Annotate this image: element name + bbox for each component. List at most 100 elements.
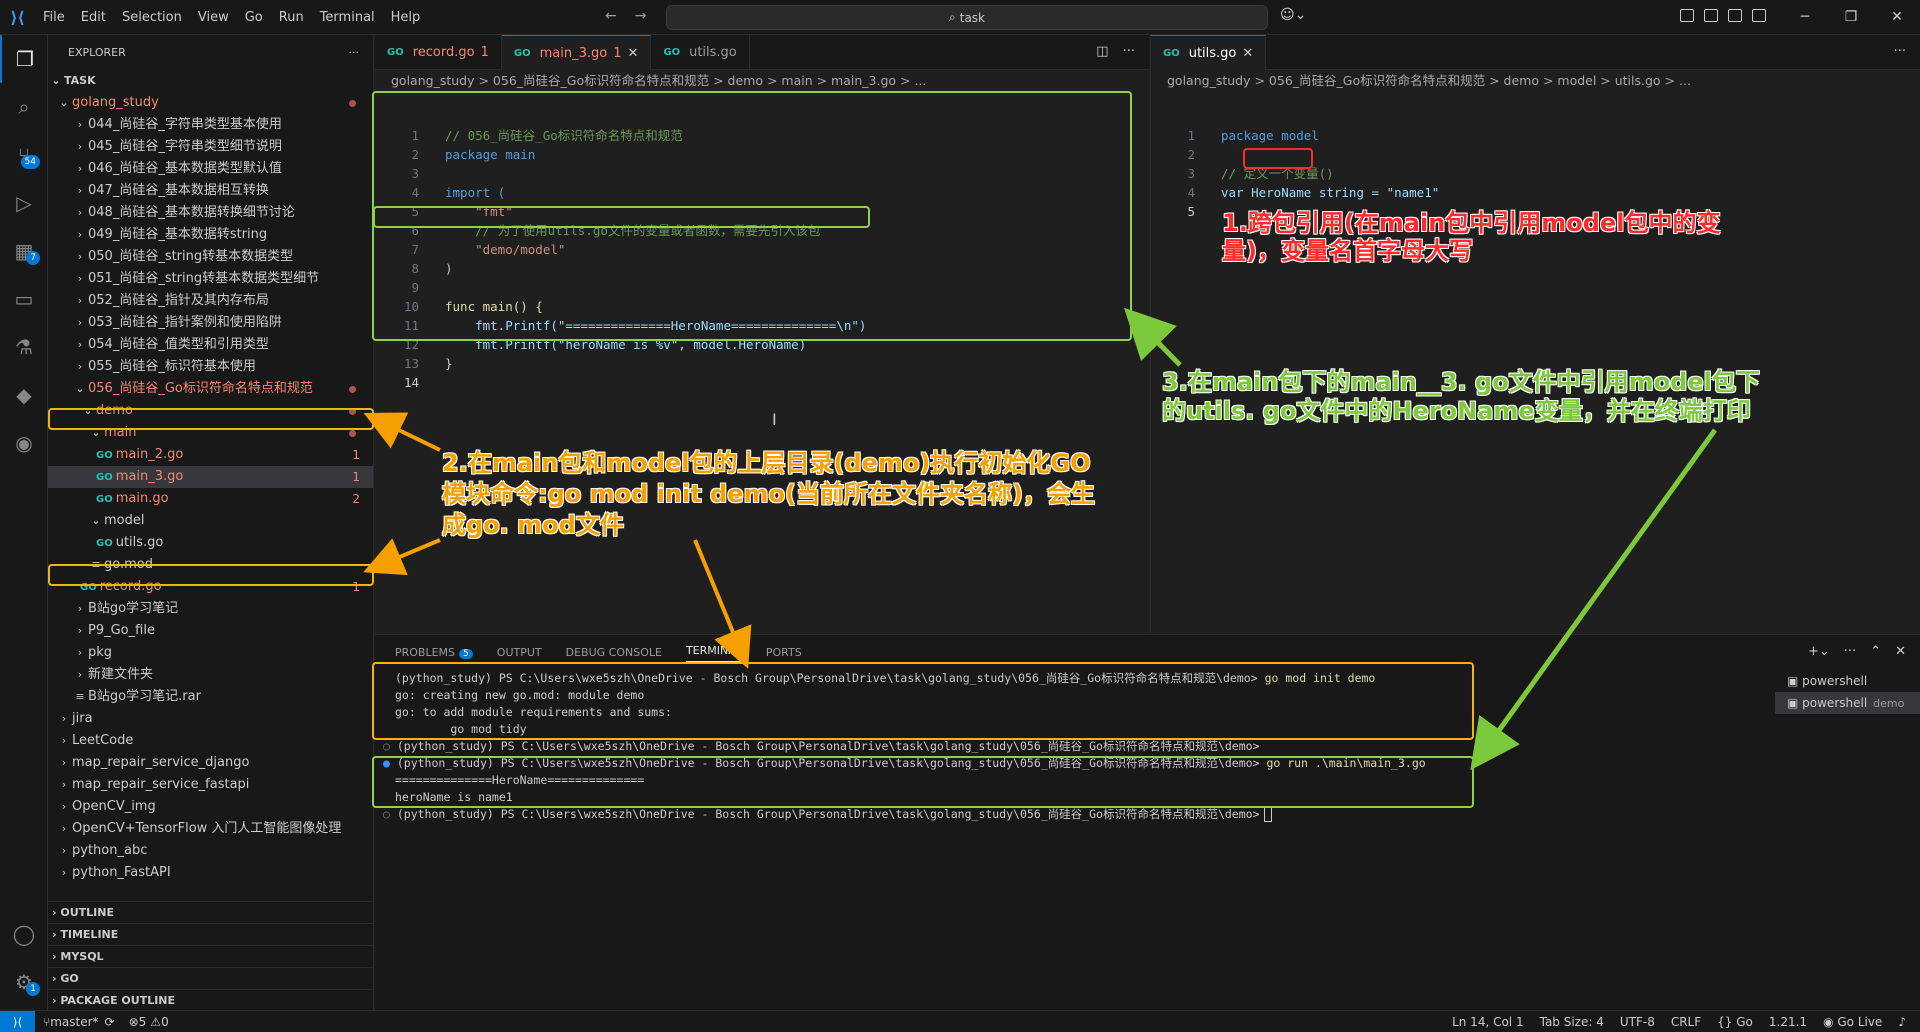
tab-utils-go-right[interactable]: GO utils.go ✕ xyxy=(1151,35,1267,70)
section-timeline[interactable]: › TIMELINE xyxy=(48,923,373,945)
file-go-mod[interactable]: ≡ go.mod xyxy=(48,554,373,576)
close-window-icon[interactable]: ✕ xyxy=(1874,0,1920,35)
folder-new[interactable]: › 新建文件夹 xyxy=(48,664,373,686)
language-mode[interactable]: {} Go xyxy=(1717,1011,1753,1032)
folder-opencv-tf[interactable]: › OpenCV+TensorFlow 入门人工智能图像处理 xyxy=(48,818,373,840)
folder-python-fastapi[interactable]: › python_FastAPI xyxy=(48,862,373,884)
forward-arrow-icon[interactable]: → xyxy=(635,8,647,24)
section-mysql[interactable]: › MYSQL xyxy=(48,945,373,967)
breadcrumb-right[interactable]: golang_study > 056_尚硅谷_Go标识符命名特点和规范 > de… xyxy=(1151,70,1920,92)
menu-edit[interactable]: Edit xyxy=(73,0,114,35)
tab-utils-go[interactable]: GO utils.go xyxy=(651,35,750,70)
file-record-go[interactable]: GO record.go 1 xyxy=(48,576,373,598)
folder-opencv-img[interactable]: › OpenCV_img xyxy=(48,796,373,818)
file-main-go[interactable]: GO main.go 2 xyxy=(48,488,373,510)
maximize-panel-icon[interactable]: ⌃ xyxy=(1870,644,1881,659)
more-actions-icon[interactable]: ··· xyxy=(349,46,360,59)
folder-047[interactable]: › 047_尚硅谷_基本数据相互转换 xyxy=(48,180,373,202)
folder-054[interactable]: › 054_尚硅谷_值类型和引用类型 xyxy=(48,334,373,356)
explorer-icon[interactable]: ❐ xyxy=(0,35,48,83)
tab-record-go[interactable]: GO record.go 1 xyxy=(375,35,502,70)
tab-ports[interactable]: PORTS xyxy=(766,646,802,659)
go-live[interactable]: ◉ Go Live xyxy=(1823,1011,1882,1032)
testing-icon[interactable]: ⚗ xyxy=(0,323,48,371)
folder-pkg[interactable]: › pkg xyxy=(48,642,373,664)
folder-055[interactable]: › 055_尚硅谷_标识符基本使用 xyxy=(48,356,373,378)
more-actions-icon[interactable]: ··· xyxy=(1844,644,1856,659)
folder-bilibili-notes[interactable]: › B站go学习笔记 xyxy=(48,598,373,620)
eol[interactable]: CRLF xyxy=(1671,1011,1701,1032)
folder-051[interactable]: › 051_尚硅谷_string转基本数据类型细节 xyxy=(48,268,373,290)
menu-help[interactable]: Help xyxy=(383,0,429,35)
folder-044[interactable]: › 044_尚硅谷_字符串类型基本使用 xyxy=(48,114,373,136)
menu-view[interactable]: View xyxy=(190,0,237,35)
run-debug-icon[interactable]: ▷ xyxy=(0,179,48,227)
folder-049[interactable]: › 049_尚硅谷_基本数据转string xyxy=(48,224,373,246)
extensions-icon[interactable]: ▦ 7 xyxy=(0,227,48,275)
folder-map-django[interactable]: › map_repair_service_django xyxy=(48,752,373,774)
tab-main-3-go[interactable]: GO main_3.go 1 ✕ xyxy=(501,35,652,70)
menu-go[interactable]: Go xyxy=(237,0,271,35)
folder-python-abc[interactable]: › python_abc xyxy=(48,840,373,862)
minimize-icon[interactable]: ─ xyxy=(1782,0,1828,35)
account-icon[interactable]: ◯ xyxy=(0,910,48,958)
command-center[interactable]: ⌕ task xyxy=(666,5,1268,30)
file-main-3-go[interactable]: GO main_3.go 1 xyxy=(48,466,373,488)
folder-052[interactable]: › 052_尚硅谷_指针及其内存布局 xyxy=(48,290,373,312)
notifications-bell-icon[interactable]: ♪ xyxy=(1898,1011,1906,1032)
folder-model[interactable]: ⌄ model xyxy=(48,510,373,532)
menu-run[interactable]: Run xyxy=(271,0,312,35)
split-editor-icon[interactable]: ◫ xyxy=(1096,44,1108,59)
close-tab-icon[interactable]: ✕ xyxy=(1242,46,1253,61)
code-editor-left[interactable]: 1// 056_尚硅谷_Go标识符命名特点和规范 2 package main 3… xyxy=(375,92,1149,392)
new-terminal-icon[interactable]: +⌄ xyxy=(1808,644,1830,659)
section-go[interactable]: › GO xyxy=(48,967,373,989)
python-icon[interactable]: ◆ xyxy=(0,371,48,419)
branch-name[interactable]: master* xyxy=(50,1015,98,1029)
more-actions-icon[interactable]: ··· xyxy=(1123,44,1135,59)
toggle-secondary-sidebar-icon[interactable] xyxy=(1752,9,1766,22)
terminal-item[interactable]: ▣ powershell demo xyxy=(1775,692,1920,714)
menu-terminal[interactable]: Terminal xyxy=(312,0,383,35)
tab-terminal[interactable]: TERMINAL xyxy=(685,644,742,662)
folder-046[interactable]: › 046_尚硅谷_基本数据类型默认值 xyxy=(48,158,373,180)
toggle-panel-icon[interactable] xyxy=(1728,9,1742,22)
go-version[interactable]: 1.21.1 xyxy=(1769,1011,1807,1032)
source-control-icon[interactable]: ⑂54 xyxy=(0,131,48,179)
search-view-icon[interactable]: ⌕ xyxy=(0,83,48,131)
folder-045[interactable]: › 045_尚硅谷_字符串类型细节说明 xyxy=(48,136,373,158)
folder-demo[interactable]: ⌄ demo xyxy=(48,400,373,422)
workspace-root[interactable]: ⌄ TASK xyxy=(48,70,373,92)
cursor-position[interactable]: Ln 14, Col 1 xyxy=(1452,1011,1524,1032)
tab-debug-console[interactable]: DEBUG CONSOLE xyxy=(566,646,662,659)
close-tab-icon[interactable]: ✕ xyxy=(627,46,638,61)
menu-file[interactable]: File xyxy=(35,0,73,35)
folder-056[interactable]: ⌄ 056_尚硅谷_Go标识符命名特点和规范 xyxy=(48,378,373,400)
warning-count[interactable]: 0 xyxy=(161,1015,169,1029)
layout-customize-icon[interactable] xyxy=(1680,9,1694,22)
tab-output[interactable]: OUTPUT xyxy=(497,646,542,659)
file-rar[interactable]: ≡ B站go学习笔记.rar xyxy=(48,686,373,708)
tab-problems[interactable]: PROBLEMS 5 xyxy=(395,646,473,659)
encoding[interactable]: UTF-8 xyxy=(1620,1011,1655,1032)
settings-gear-icon[interactable]: ⚙ 1 xyxy=(0,958,48,1006)
folder-050[interactable]: › 050_尚硅谷_string转基本数据类型 xyxy=(48,246,373,268)
folder-jira[interactable]: › jira xyxy=(48,708,373,730)
file-utils-go[interactable]: GO utils.go xyxy=(48,532,373,554)
section-package-outline[interactable]: › PACKAGE OUTLINE xyxy=(48,989,373,1010)
folder-053[interactable]: › 053_尚硅谷_指针案例和使用陷阱 xyxy=(48,312,373,334)
restore-icon[interactable]: ❐ xyxy=(1828,0,1874,35)
file-main-2-go[interactable]: GO main_2.go 1 xyxy=(48,444,373,466)
folder-048[interactable]: › 048_尚硅谷_基本数据转换细节讨论 xyxy=(48,202,373,224)
folder-p9[interactable]: › P9_Go_file xyxy=(48,620,373,642)
breadcrumb[interactable]: golang_study > 056_尚硅谷_Go标识符命名特点和规范 > de… xyxy=(375,70,1149,92)
folder-main[interactable]: ⌄ main xyxy=(48,422,373,444)
toggle-sidebar-icon[interactable] xyxy=(1704,9,1718,22)
copilot-icon[interactable]: ☺⌄ xyxy=(1280,7,1306,23)
sync-icon[interactable]: ⟳ xyxy=(105,1015,115,1029)
terminal-output[interactable]: (python_study) PS C:\Users\wxe5szh\OneDr… xyxy=(375,670,1770,1010)
code-editor-right[interactable]: 1 package model 2 3// 定义一个变量() 4 var HeroN… xyxy=(1151,92,1920,222)
remote-explorer-icon[interactable]: ▭ xyxy=(0,275,48,323)
terminal-item[interactable]: ▣ powershell xyxy=(1775,670,1920,692)
folder-leetcode[interactable]: › LeetCode xyxy=(48,730,373,752)
